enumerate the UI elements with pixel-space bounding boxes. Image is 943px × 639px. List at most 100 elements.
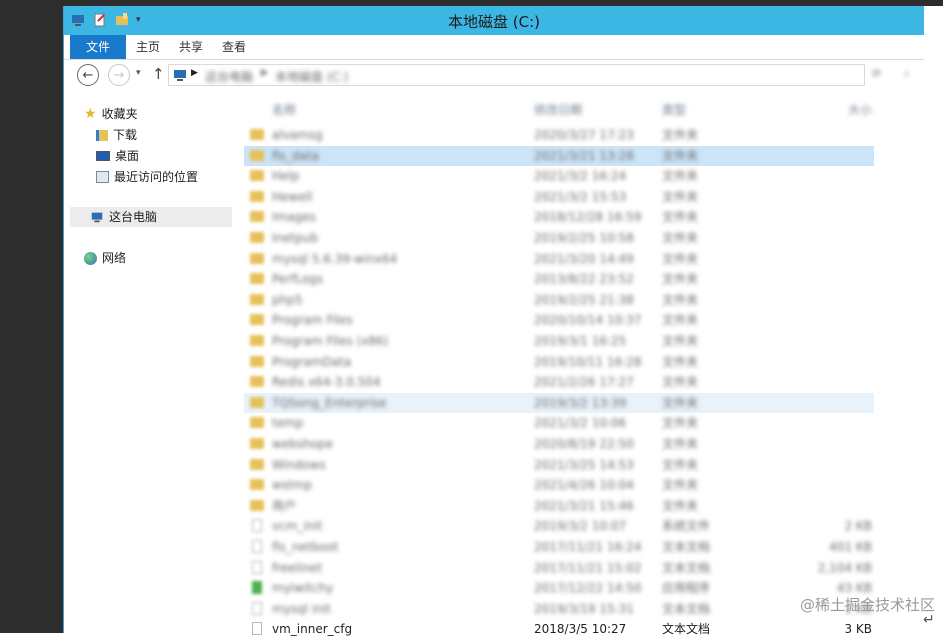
nav-item-favorites[interactable]: ★ 收藏夹 [84, 104, 138, 124]
file-name: wstmp [272, 478, 313, 493]
folder-icon [250, 396, 264, 408]
file-name: mysql 5.6.39-winx64 [272, 251, 398, 266]
file-date: 2018/3/5 10:27 [534, 622, 627, 637]
file-size: 2 KB [844, 519, 872, 534]
address-bar[interactable]: ▶ 这台电脑 ▶ 本地磁盘 (C:) [168, 64, 865, 86]
file-size: 3 KB [844, 622, 872, 637]
folder-icon [250, 252, 264, 264]
file-row[interactable]: Windows 2021/3/25 14:53 文件夹 [244, 455, 874, 475]
nav-item-label: 收藏夹 [101, 107, 138, 121]
file-row[interactable]: fis_netboot 2017/11/21 16:24 文本文档 401 KB [244, 537, 874, 557]
file-row[interactable]: mysql 5.6.39-winx64 2021/3/20 14:49 文件夹 [244, 249, 874, 269]
folder-icon [250, 314, 264, 326]
file-name: vm_inner_cfg [272, 622, 353, 637]
back-button[interactable]: ← [77, 64, 99, 86]
file-type: 文件夹 [662, 354, 699, 369]
navigation-pane: ★ 收藏夹 下载 桌面 最近访问的位置 这台电脑 网络 [64, 94, 232, 633]
file-type: 文件夹 [662, 375, 699, 390]
file-name: Program Files (x86) [272, 334, 389, 348]
folder-icon [250, 438, 264, 449]
file-row[interactable]: wstmp 2021/4/26 10:04 文件夹 [244, 475, 874, 495]
title-bar[interactable]: ▾ 本地磁盘 (C:) [64, 6, 924, 35]
file-date: 2021/4/26 10:04 [534, 478, 634, 493]
folder-icon [250, 190, 264, 202]
file-row[interactable]: vm_inner_cfg 2018/3/5 10:27 文本文档 3 KB [244, 619, 874, 639]
file-type: 文件夹 [662, 128, 699, 142]
refresh-icon[interactable]: ⟳ [872, 67, 881, 80]
file-row[interactable]: freelinet 2017/11/21 15:02 文本文档 2,104 KB [244, 558, 874, 578]
folder-icon [250, 355, 264, 367]
downloads-folder-icon [96, 129, 108, 141]
tab-file[interactable]: 文件 [70, 35, 126, 59]
file-row[interactable]: php5 2019/2/25 21:38 文件夹 [244, 290, 874, 310]
file-row[interactable]: Program Files 2020/10/14 10:37 文件夹 [244, 310, 874, 330]
breadcrumb-item[interactable]: 本地磁盘 (C:) [275, 68, 349, 85]
file-date: 2021/3/2 15:53 [534, 189, 627, 204]
file-name: webshope [272, 437, 334, 451]
file-row[interactable]: fis_data 2021/3/21 13:28 文件夹 [244, 145, 874, 166]
search-icon[interactable]: ⌕ [904, 67, 910, 81]
file-type: 文件夹 [662, 189, 699, 204]
file-date: 2020/10/14 10:37 [534, 313, 642, 328]
folder-icon [250, 458, 264, 470]
file-name: fis_data [272, 148, 319, 163]
file-row[interactable]: Inetpub 2019/2/25 10:58 文件夹 [244, 228, 874, 248]
file-row[interactable]: TQSong_Enterprise 2019/3/2 13:39 文件夹 [244, 392, 874, 413]
file-name: Images [272, 210, 316, 225]
file-name: php5 [272, 292, 303, 307]
file-type: 文本文档 [662, 622, 711, 637]
tab-home[interactable]: 主页 [136, 35, 160, 59]
file-type: 文本文档 [662, 540, 711, 554]
file-name: myiwitchy [272, 581, 334, 596]
file-name: PerfLogs [272, 272, 324, 287]
file-list-header: 名称 修改日期 类型 大小 [244, 100, 874, 120]
file-date: 2021/3/20 14:49 [534, 251, 634, 266]
file-row[interactable]: mysql init 2019/3/19 15:31 文本文档 1 KB [244, 599, 874, 619]
file-row[interactable]: myiwitchy 2017/12/22 14:50 应用程序 43 KB [244, 578, 874, 598]
file-row[interactable]: ProgramData 2019/10/11 16:28 文件夹 [244, 352, 874, 372]
folder-icon [250, 499, 264, 511]
nav-item-recent-places[interactable]: 最近访问的位置 [96, 167, 198, 187]
file-name: Hewell [272, 189, 313, 204]
tab-share[interactable]: 共享 [179, 35, 203, 59]
nav-item-downloads[interactable]: 下载 [96, 125, 137, 145]
file-row[interactable]: Hewell 2021/3/2 15:53 文件夹 [244, 187, 874, 207]
up-arrow-icon[interactable]: ↑ [152, 65, 165, 83]
network-globe-icon [84, 251, 97, 265]
file-row[interactable]: Redis x64-3.0.504 2021/2/26 17:27 文件夹 [244, 372, 874, 392]
file-type: 文件夹 [662, 478, 699, 493]
file-row[interactable]: Images 2018/12/28 16:59 文件夹 [244, 207, 874, 227]
column-header-size[interactable]: 大小 [784, 100, 872, 120]
file-row[interactable]: 用户 2021/3/21 15:46 文件夹 [244, 496, 874, 516]
file-date: 2021/3/2 10:06 [534, 416, 627, 431]
file-row[interactable]: Program Files (x86) 2019/3/1 16:25 文件夹 [244, 331, 874, 351]
nav-item-network[interactable]: 网络 [84, 248, 126, 268]
file-row[interactable]: PerfLogs 2013/8/22 23:52 文件夹 [244, 269, 874, 289]
nav-item-this-pc[interactable]: 这台电脑 [70, 207, 232, 227]
file-type: 文件夹 [662, 334, 699, 348]
file-type: 文件夹 [662, 231, 699, 245]
computer-icon [91, 212, 103, 223]
recent-locations-dropdown-icon[interactable]: ▾ [136, 68, 141, 78]
forward-button[interactable]: → [108, 64, 130, 86]
column-header-type[interactable]: 类型 [662, 100, 686, 120]
file-type: 文件夹 [662, 395, 699, 410]
file-row[interactable]: Help 2021/3/2 16:24 文件夹 [244, 166, 874, 186]
nav-item-desktop[interactable]: 桌面 [96, 146, 139, 166]
nav-item-label: 桌面 [115, 149, 140, 163]
file-date: 2017/12/22 14:50 [534, 581, 642, 596]
column-header-name[interactable]: 名称 [272, 100, 296, 120]
file-type: 文本文档 [662, 601, 711, 616]
file-row[interactable]: temp 2021/3/2 10:06 文件夹 [244, 413, 874, 433]
file-type: 文本文档 [662, 560, 711, 575]
folder-icon [250, 170, 264, 182]
file-row[interactable]: vcm_init 2019/3/2 10:07 系统文件 2 KB [244, 516, 874, 536]
tab-view[interactable]: 查看 [222, 35, 246, 59]
file-row[interactable]: webshope 2020/8/19 22:50 文件夹 [244, 434, 874, 454]
file-date: 2018/12/28 16:59 [534, 210, 642, 225]
column-header-date[interactable]: 修改日期 [534, 100, 582, 120]
text-cursor-icon: ↵ [923, 612, 935, 628]
breadcrumb-item[interactable]: 这台电脑 [205, 68, 253, 85]
file-row[interactable]: alvamsg 2020/3/27 17:23 文件夹 [244, 125, 874, 145]
recent-places-icon [96, 171, 109, 183]
